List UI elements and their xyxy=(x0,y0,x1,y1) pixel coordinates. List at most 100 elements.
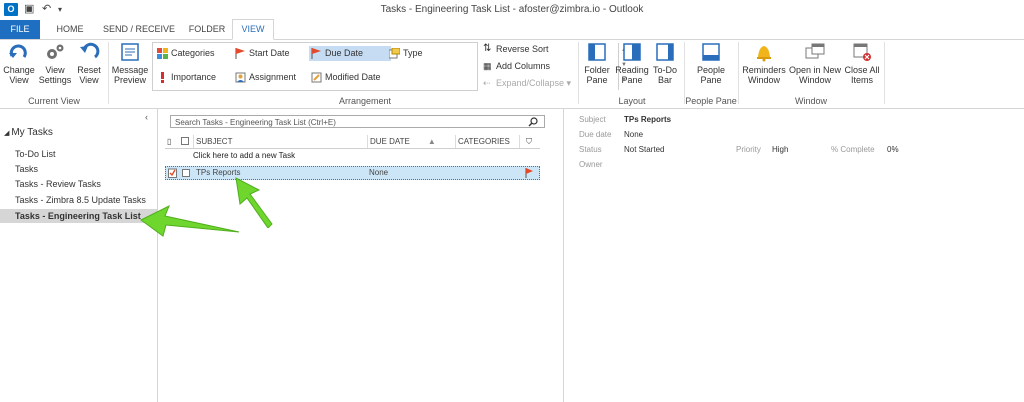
current-view-group-label: Current View xyxy=(28,96,80,106)
reading-pane: Subject TPs Reports Due date None Status… xyxy=(563,109,1024,402)
annotation-arrow-up xyxy=(235,177,273,228)
open-in-new-window-button[interactable]: Open in New Window xyxy=(788,42,842,85)
sort-icon: ⇅ xyxy=(483,43,492,54)
nav-item-review-tasks[interactable]: Tasks - Review Tasks xyxy=(0,177,157,191)
ribbon: Change View View Settings Reset View Cur… xyxy=(0,40,1024,109)
message-preview-icon xyxy=(121,43,139,61)
task-grid: ▯ SUBJECT DUE DATE ▲ CATEGORIES ⛉ Click h… xyxy=(165,135,540,180)
tab-view[interactable]: VIEW xyxy=(232,19,274,40)
folder-pane-button[interactable]: Folder Pane xyxy=(580,42,614,85)
search-icon[interactable] xyxy=(528,117,538,127)
add-columns-icon: ▦ xyxy=(483,61,492,71)
subject-value: TPs Reports xyxy=(624,115,672,124)
arrangement-importance[interactable]: Importance xyxy=(155,70,241,85)
percent-complete-label: % Complete xyxy=(831,145,875,154)
arrangement-type[interactable]: Type xyxy=(387,46,463,61)
arrangement-modified-date[interactable]: Modified Date xyxy=(309,70,401,85)
reminders-window-button[interactable]: Reminders Window xyxy=(740,42,788,85)
table-row[interactable]: TPs Reports None xyxy=(165,166,540,180)
categories-icon xyxy=(157,48,168,59)
task-list-pane: Search Tasks - Engineering Task List (Ct… xyxy=(158,109,563,402)
arrangement-categories[interactable]: Categories xyxy=(155,46,241,61)
title-bar: O ▣ ↶ ▾ Tasks - Engineering Task List - … xyxy=(0,0,1024,20)
nav-item-tasks[interactable]: Tasks xyxy=(0,162,157,176)
assignment-icon xyxy=(235,72,246,83)
close-all-icon xyxy=(853,43,871,61)
ribbon-separator xyxy=(738,42,739,104)
categories-column-header[interactable]: CATEGORIES xyxy=(455,135,520,148)
arrangement-group-label: Arrangement xyxy=(338,96,392,106)
priority-value: High xyxy=(772,145,789,154)
filter-icon[interactable]: ⛉ xyxy=(519,135,538,148)
people-pane-button[interactable]: People Pane xyxy=(690,42,732,85)
add-columns-button[interactable]: ▦ Add Columns xyxy=(482,60,550,72)
reading-pane-icon xyxy=(623,43,641,61)
reading-pane-button[interactable]: Reading Pane xyxy=(614,42,650,85)
ribbon-separator xyxy=(108,42,109,104)
view-settings-button[interactable]: View Settings xyxy=(38,42,72,85)
due-date-value: None xyxy=(624,130,644,139)
flag-icon[interactable] xyxy=(525,168,534,178)
bell-icon xyxy=(757,46,771,62)
status-value: Not Started xyxy=(624,145,665,154)
people-pane-icon xyxy=(702,43,720,61)
subject-label: Subject xyxy=(579,115,606,124)
folder-pane-icon xyxy=(588,43,606,61)
arrangement-due-date[interactable]: Due Date xyxy=(309,46,391,61)
priority-label: Priority xyxy=(736,145,761,154)
expand-collapse-button[interactable]: ⇠ Expand/Collapse ▾ xyxy=(482,77,571,89)
todo-bar-button[interactable]: To-Do Bar xyxy=(650,42,680,85)
importance-icon xyxy=(161,72,164,83)
sort-ascending-icon: ▲ xyxy=(427,137,436,146)
layout-group-label: Layout xyxy=(618,96,646,106)
ribbon-separator xyxy=(884,42,885,104)
ribbon-separator xyxy=(684,42,685,104)
reverse-sort-button[interactable]: ⇅ Reverse Sort xyxy=(482,43,549,55)
ribbon-separator xyxy=(578,42,579,104)
grid-header: ▯ SUBJECT DUE DATE ▲ CATEGORIES ⛉ xyxy=(165,135,540,149)
people-pane-group-label: People Pane xyxy=(685,96,737,106)
tab-file[interactable]: FILE xyxy=(0,20,40,39)
due-date-label: Due date xyxy=(579,130,612,139)
flag-icon xyxy=(235,48,245,59)
gear-icon xyxy=(47,44,64,59)
status-label: Status xyxy=(579,145,602,154)
nav-item-zimbra-update-tasks[interactable]: Tasks - Zimbra 8.5 Update Tasks xyxy=(0,193,157,207)
tab-send-receive[interactable]: SEND / RECEIVE xyxy=(96,20,182,39)
window-title: Tasks - Engineering Task List - afoster@… xyxy=(380,4,644,15)
complete-column-header[interactable] xyxy=(179,135,192,148)
reset-icon xyxy=(80,42,100,59)
task-icon xyxy=(168,168,177,178)
due-date-column-header[interactable]: DUE DATE ▲ xyxy=(367,135,456,148)
modified-date-icon xyxy=(311,72,322,83)
expand-collapse-icon: ⇠ xyxy=(483,78,491,88)
new-window-icon xyxy=(805,43,825,59)
arrangement-assignment[interactable]: Assignment xyxy=(233,70,319,85)
message-preview-button[interactable]: Message Preview xyxy=(111,42,149,85)
close-all-items-button[interactable]: Close All Items xyxy=(842,42,882,85)
folder-pane: ‹ ◢ My Tasks To-Do List Tasks Tasks - Re… xyxy=(0,109,158,402)
task-complete-checkbox[interactable] xyxy=(182,169,190,177)
add-new-task-row[interactable]: Click here to add a new Task xyxy=(165,149,540,163)
change-view-icon xyxy=(9,44,27,58)
subject-column-header[interactable]: SUBJECT xyxy=(193,135,368,148)
percent-complete-value: 0% xyxy=(887,145,899,154)
window-group-label: Window xyxy=(794,96,827,106)
tab-home[interactable]: HOME xyxy=(46,20,94,39)
search-input[interactable]: Search Tasks - Engineering Task List (Ct… xyxy=(170,115,545,128)
icon-column-icon[interactable]: ▯ xyxy=(167,135,171,148)
nav-item-todo-list[interactable]: To-Do List xyxy=(0,147,157,161)
reset-view-button[interactable]: Reset View xyxy=(74,42,104,85)
collapse-pane-icon[interactable]: ‹ xyxy=(145,112,148,122)
tab-folder[interactable]: FOLDER xyxy=(184,20,230,39)
owner-label: Owner xyxy=(579,160,603,169)
my-tasks-header[interactable]: ◢ My Tasks xyxy=(4,127,53,138)
due-date-flag-icon xyxy=(311,48,321,59)
change-view-button[interactable]: Change View xyxy=(2,42,36,85)
arrangement-gallery: Categories Importance Start Date Assignm… xyxy=(152,42,627,91)
complete-check-icon xyxy=(181,137,189,145)
task-due-date: None xyxy=(369,168,389,177)
arrangement-start-date[interactable]: Start Date xyxy=(233,46,319,61)
type-icon xyxy=(389,48,400,59)
nav-item-engineering-task-list[interactable]: Tasks - Engineering Task List xyxy=(0,209,157,223)
